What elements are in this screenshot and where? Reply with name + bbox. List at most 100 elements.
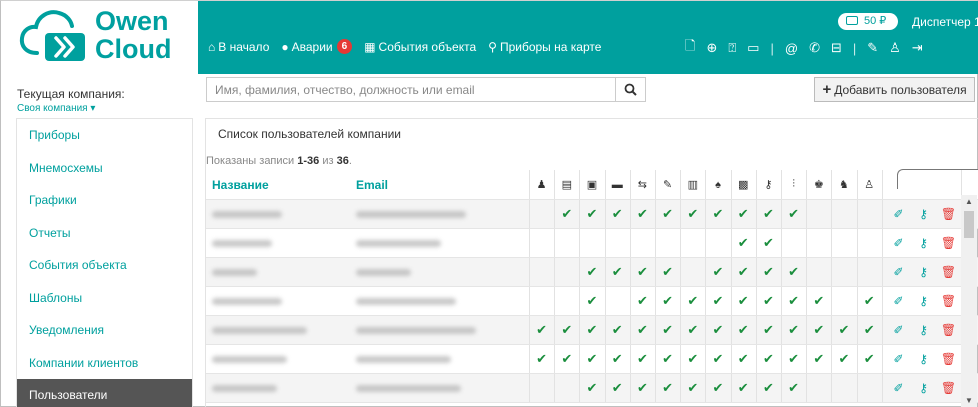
trash-icon[interactable]: 🗑: [936, 258, 961, 286]
user-email-redacted: [356, 384, 461, 392]
scroll-up-icon[interactable]: ▲: [961, 195, 977, 209]
key-icon[interactable]: ⚷: [911, 316, 936, 344]
logout-icon[interactable]: ⇥: [912, 40, 923, 56]
trash-icon[interactable]: 🗑: [936, 316, 961, 344]
sidebar-item-4[interactable]: События объекта: [17, 249, 192, 282]
phone-icon[interactable]: ✆: [809, 40, 820, 56]
sidebar-item-0[interactable]: Приборы: [17, 119, 192, 152]
permission-check-icon: ✔: [762, 206, 774, 221]
table-row[interactable]: ✔ ✔ ✐ ⚷ 🗑: [206, 229, 978, 258]
column-divider: [781, 345, 782, 373]
table-row[interactable]: ✔ ✔ ✔ ✔ ✔ ✔ ✔ ✔ ✔ ✐ ⚷ 🗑: [206, 374, 978, 403]
nav-item-3[interactable]: ⚲ Приборы на карте: [488, 40, 601, 54]
column-divider: [881, 287, 883, 315]
key-icon[interactable]: ⚷: [911, 287, 936, 315]
add-user-button[interactable]: + Добавить пользователя: [814, 77, 975, 102]
user-email-cell: [356, 316, 476, 344]
column-divider: [705, 316, 707, 344]
user-email-cell: [356, 287, 456, 315]
trash-icon[interactable]: 🗑: [936, 287, 961, 315]
column-header-name[interactable]: Название: [212, 170, 269, 199]
column-divider: [856, 258, 858, 286]
column-header-email[interactable]: Email: [356, 170, 388, 199]
table-row[interactable]: ✔ ✔ ✔ ✔ ✔ ✔ ✔ ✔ ✔ ✔ ✔ ✔ ✔ ✔ ✐ ⚷ 🗑: [206, 345, 978, 374]
callout-line: [897, 169, 978, 189]
permission-check-icon: ✔: [788, 322, 800, 337]
column-divider: [705, 258, 707, 286]
edit-icon[interactable]: ✐: [886, 316, 911, 344]
column-divider: [554, 229, 556, 257]
edit-icon[interactable]: ✐: [886, 374, 911, 402]
edit-icon[interactable]: ✐: [886, 345, 911, 373]
table-scrollbar[interactable]: ▲ ▼: [961, 195, 977, 407]
alert-icon: ●: [281, 39, 289, 54]
permission-check-icon: ✔: [762, 235, 774, 250]
nav-label: В начало: [218, 39, 270, 54]
email-icon[interactable]: @: [785, 41, 798, 56]
trash-icon[interactable]: 🗑: [936, 374, 961, 402]
permission-check-icon: ✔: [561, 351, 573, 366]
table-row[interactable]: ✔ ✔ ✔ ✔ ✔ ✔ ✔ ✔ ✔ ✔ ✐ ⚷ 🗑: [206, 200, 978, 229]
column-divider: [856, 229, 858, 257]
current-user[interactable]: Диспетчер 1: [912, 15, 978, 29]
permission-check-icon: ✔: [737, 293, 749, 308]
nav-item-1[interactable]: ● Аварии 6: [281, 39, 353, 54]
profile-icon[interactable]: ♙: [889, 40, 901, 56]
column-divider: [554, 287, 556, 315]
sidebar-item-2[interactable]: Графики: [17, 184, 192, 217]
help-icon[interactable]: ⍰: [728, 40, 736, 56]
nav-item-0[interactable]: ⌂ В начало: [208, 40, 269, 54]
trash-icon[interactable]: 🗑: [936, 200, 961, 228]
key-icon[interactable]: ⚷: [911, 229, 936, 257]
column-divider: [554, 316, 556, 344]
column-divider: [806, 345, 808, 373]
nav-item-2[interactable]: ▦ События объекта: [364, 40, 476, 54]
permission-check-icon: ✔: [662, 264, 674, 279]
permission-check-icon: ✔: [636, 351, 648, 366]
home-icon: ⌂: [208, 39, 216, 54]
column-divider: [856, 287, 858, 315]
sidebar-item-1[interactable]: Мнемосхемы: [17, 151, 192, 184]
sidebar-item-6[interactable]: Уведомления: [17, 314, 192, 347]
sidebar-item-8[interactable]: Пользователи: [17, 379, 192, 407]
edit-icon[interactable]: ✐: [886, 229, 911, 257]
permission-check-icon: ✔: [813, 322, 825, 337]
table-row[interactable]: ✔ ✔ ✔ ✔ ✔ ✔ ✔ ✔ ✔ ✔ ✐ ⚷ 🗑: [206, 287, 978, 316]
table-row[interactable]: ✔ ✔ ✔ ✔ ✔ ✔ ✔ ✔ ✐ ⚷ 🗑: [206, 258, 978, 287]
settings-icon[interactable]: ✎: [867, 40, 878, 56]
column-divider: [831, 374, 833, 402]
trash-icon[interactable]: 🗑: [936, 229, 961, 257]
document-icon[interactable]: 🗋: [685, 37, 695, 59]
user-email-redacted: [356, 326, 476, 334]
user-email-redacted: [356, 268, 411, 276]
key-icon[interactable]: ⚷: [911, 200, 936, 228]
owen-cloud-logo[interactable]: Owen Cloud: [1, 1, 198, 74]
search-input[interactable]: [207, 78, 615, 101]
sidebar-item-3[interactable]: Отчеты: [17, 216, 192, 249]
scroll-down-icon[interactable]: ▼: [961, 394, 977, 407]
users-panel: Список пользователей компании Показаны з…: [205, 118, 978, 407]
search-button[interactable]: [615, 78, 645, 101]
key-icon[interactable]: ⚷: [911, 258, 936, 286]
key-icon[interactable]: ⚷: [911, 374, 936, 402]
edit-icon[interactable]: ✐: [886, 287, 911, 315]
lock-icon[interactable]: ⊕: [706, 40, 717, 56]
edit-icon[interactable]: ✐: [886, 200, 911, 228]
user-icon: ♟: [536, 179, 547, 191]
trash-icon[interactable]: 🗑: [936, 345, 961, 373]
scroll-thumb[interactable]: [964, 211, 974, 238]
inbox-icon[interactable]: ⊟: [831, 40, 842, 56]
brand-text: Owen Cloud: [95, 7, 171, 63]
app-window: Owen Cloud 50 ₽ Диспетчер 1 ⌂ В начало ● Ав…: [0, 0, 978, 407]
company-dropdown[interactable]: Своя компания ▾: [17, 103, 187, 114]
user-email-cell: [356, 200, 466, 228]
table-row[interactable]: ✔ ✔ ✔ ✔ ✔ ✔ ✔ ✔ ✔ ✔ ✔ ✔ ✔ ✔ ✐ ⚷ 🗑: [206, 316, 978, 345]
chat-icon[interactable]: ▭: [747, 40, 759, 56]
balance-badge[interactable]: 50 ₽: [838, 13, 898, 30]
edit-icon[interactable]: ✐: [886, 258, 911, 286]
column-divider: [730, 258, 732, 286]
sidebar-item-5[interactable]: Шаблоны: [17, 281, 192, 314]
column-divider: [806, 287, 808, 315]
sidebar-item-7[interactable]: Компании клиентов: [17, 346, 192, 379]
key-icon[interactable]: ⚷: [911, 345, 936, 373]
